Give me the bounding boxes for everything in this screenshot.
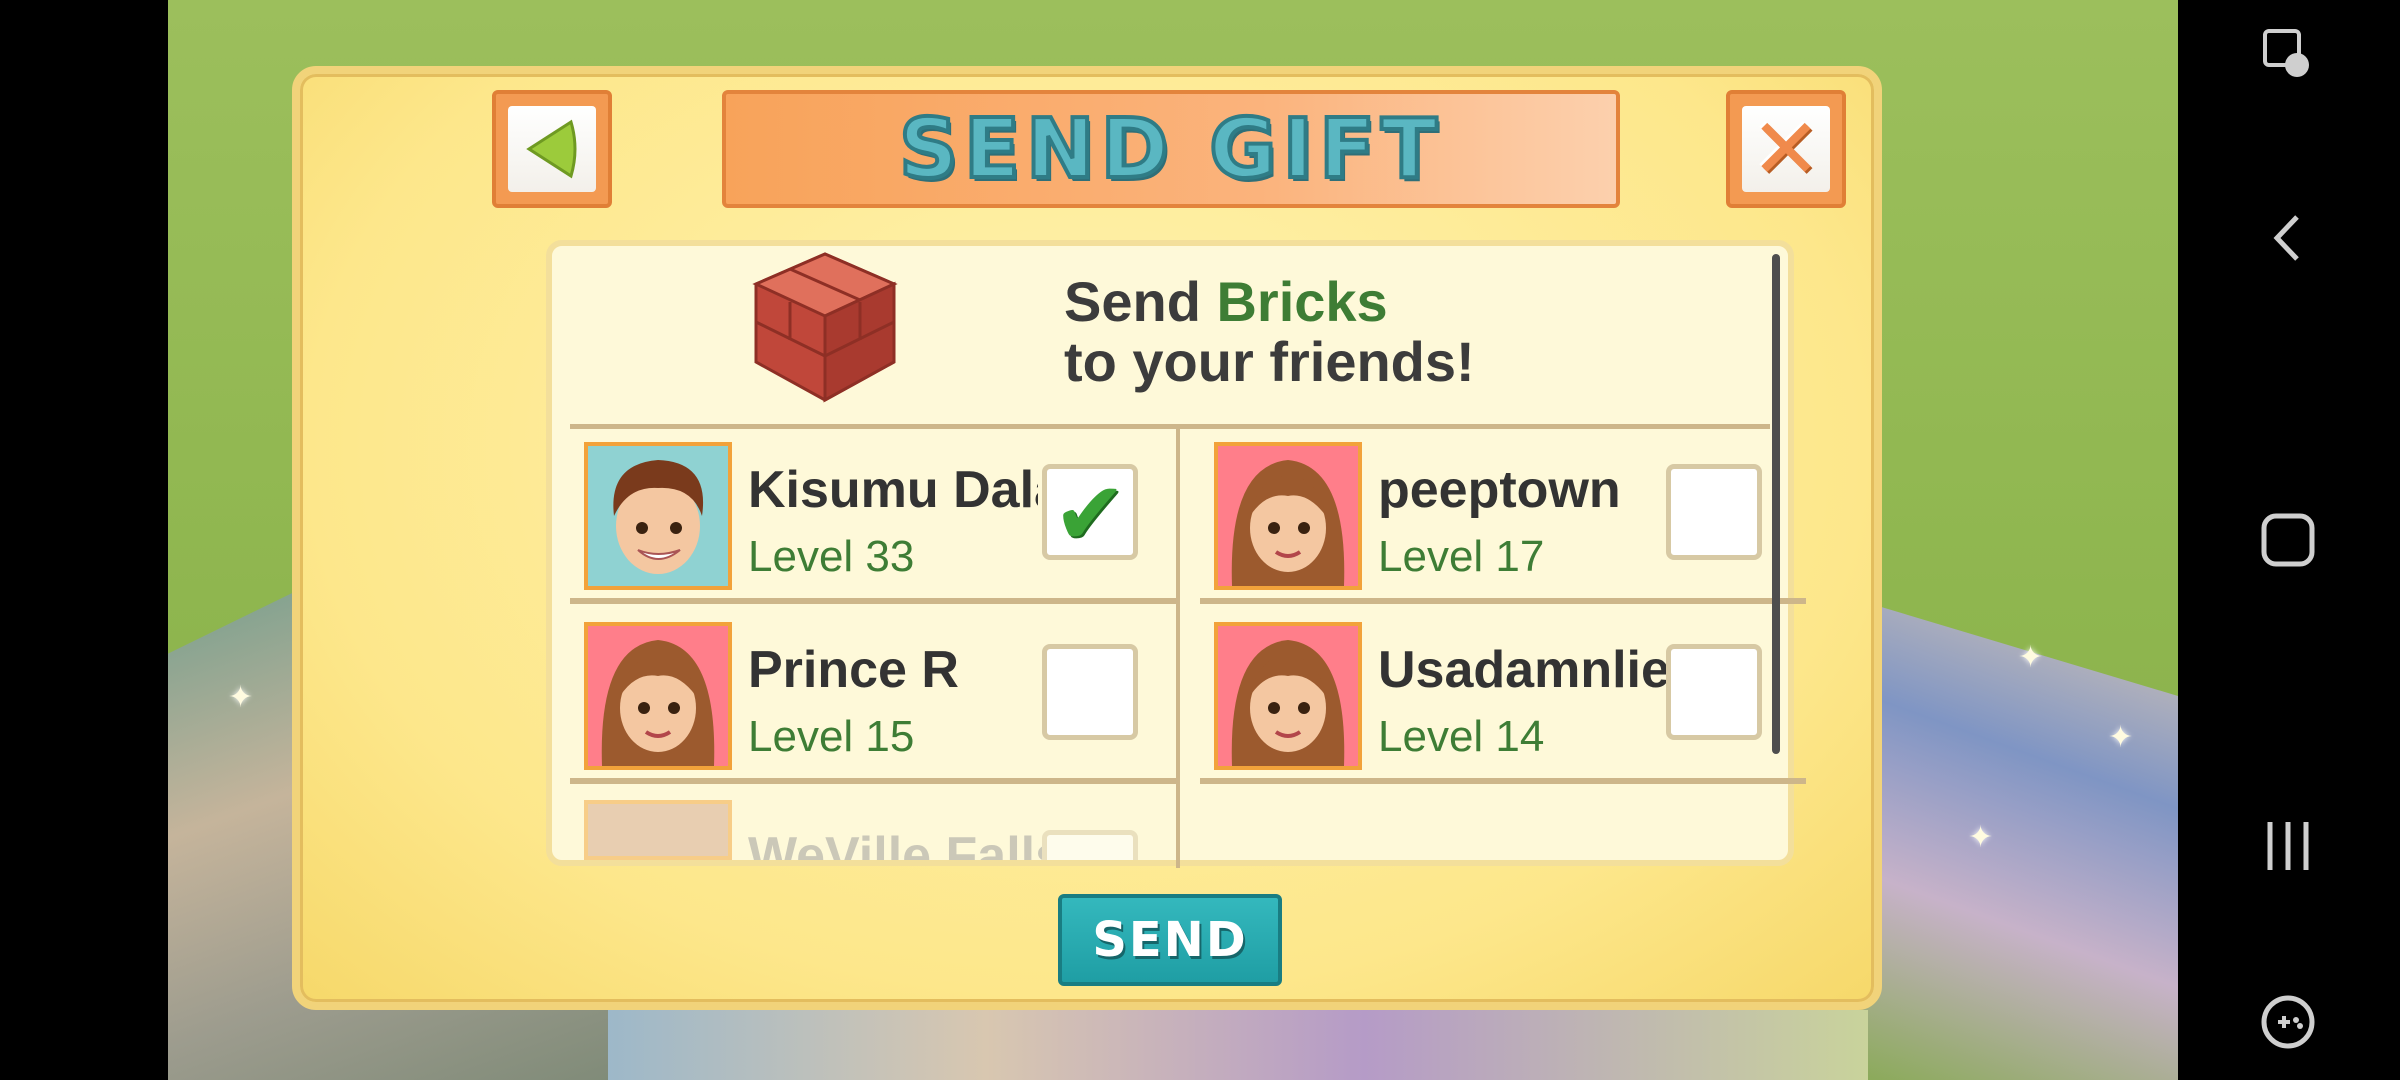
- back-nav-icon[interactable]: [2258, 208, 2318, 268]
- girl-avatar-icon: [1218, 446, 1358, 586]
- close-x-icon: ✕: [1750, 100, 1822, 198]
- girl-avatar-icon: [1218, 626, 1358, 766]
- sparkle-icon: ✦: [2018, 641, 2044, 674]
- friend-level: Level 15: [748, 712, 915, 761]
- checkmark-icon: ✔: [1053, 462, 1127, 565]
- friend-level: Level 33: [748, 532, 915, 581]
- friend-name: WeVille Falls: [748, 827, 1065, 860]
- heading-prefix: Send: [1064, 270, 1217, 333]
- girl-avatar-icon: [588, 626, 728, 766]
- game-tools-icon[interactable]: [2258, 992, 2318, 1052]
- home-nav-icon[interactable]: [2258, 510, 2318, 570]
- friend-row[interactable]: Usadamnlie Level 14: [1200, 608, 1806, 784]
- friend-name: Prince R: [748, 641, 959, 699]
- screenshot-assist-icon[interactable]: [2258, 24, 2318, 84]
- friend-name: peeptown: [1378, 461, 1621, 519]
- friend-avatar: [584, 800, 732, 860]
- back-button[interactable]: [492, 90, 612, 208]
- friend-name: Usadamnlie: [1378, 641, 1670, 699]
- friend-checkbox[interactable]: [1666, 644, 1762, 740]
- sparkle-icon: ✦: [228, 681, 254, 714]
- friend-avatar: [584, 622, 732, 770]
- friend-level: Level 17: [1378, 532, 1545, 581]
- bricks-icon: [752, 252, 898, 403]
- list-column-divider: [1176, 428, 1180, 868]
- sparkle-icon: ✦: [2108, 721, 2134, 754]
- send-button-label: SEND: [1092, 912, 1248, 968]
- friend-checkbox[interactable]: [1042, 830, 1138, 860]
- heading-suffix: to your friends!: [1064, 330, 1475, 393]
- city-buildings-bottom: [608, 1010, 1868, 1080]
- sparkle-icon: ✦: [1968, 821, 1994, 854]
- send-button[interactable]: SEND: [1058, 894, 1282, 986]
- friend-avatar: [584, 442, 732, 590]
- friend-avatar: [1214, 622, 1362, 770]
- gift-item-name: Bricks: [1216, 270, 1388, 333]
- list-scrollbar[interactable]: [1772, 254, 1780, 754]
- dialog-title-bar: SEND GIFT: [722, 90, 1620, 208]
- recents-nav-icon[interactable]: [2258, 816, 2318, 876]
- friend-checkbox[interactable]: [1666, 464, 1762, 560]
- friend-name: Kisumu Dala: [748, 461, 1038, 519]
- friend-row[interactable]: peeptown Level 17: [1200, 428, 1806, 604]
- friend-row[interactable]: WeVille Falls: [570, 800, 1176, 860]
- friend-checkbox[interactable]: [1042, 644, 1138, 740]
- friend-checkbox[interactable]: ✔: [1042, 464, 1138, 560]
- friend-level: Level 14: [1378, 712, 1545, 761]
- dialog-title: SEND GIFT: [897, 100, 1444, 199]
- friend-row[interactable]: Kisumu Dala Level 33 ✔: [570, 428, 1176, 604]
- gift-heading: Send Bricks to your friends!: [1064, 272, 1475, 392]
- friend-row[interactable]: Prince R Level 15: [570, 608, 1176, 784]
- system-nav-bar: [2178, 0, 2400, 1080]
- friend-avatar: [1214, 442, 1362, 590]
- back-arrow-icon: [526, 119, 577, 179]
- close-button[interactable]: ✕: [1726, 90, 1846, 208]
- boy-avatar-icon: [588, 446, 728, 586]
